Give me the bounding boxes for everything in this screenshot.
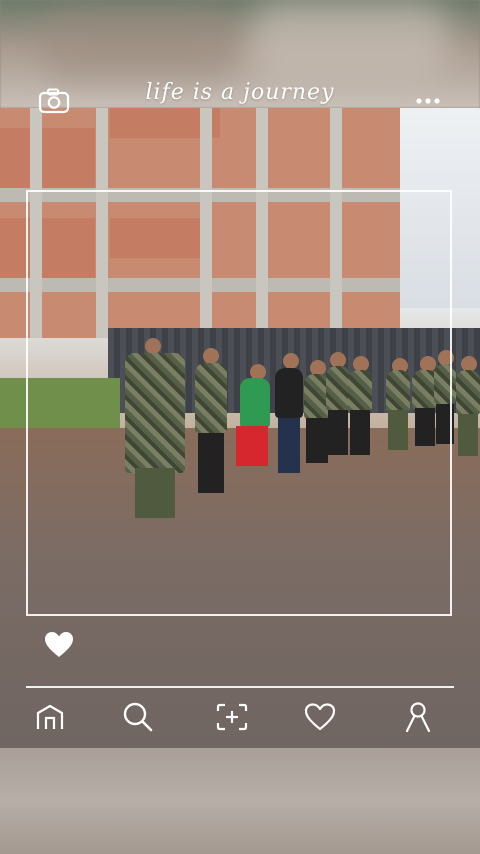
blurred-background-bottom	[0, 748, 480, 854]
profile-icon[interactable]	[396, 695, 440, 739]
more-dots-icon[interactable]	[412, 88, 444, 114]
app-title: life is a journey	[145, 80, 335, 105]
search-icon[interactable]	[116, 695, 160, 739]
add-frame-icon[interactable]	[210, 695, 254, 739]
photo-frame-overlay	[26, 190, 452, 616]
bottom-navigation	[0, 695, 480, 739]
home-icon[interactable]	[28, 695, 72, 739]
nav-divider	[26, 686, 454, 688]
heart-outline-icon[interactable]	[298, 695, 342, 739]
heart-filled-icon[interactable]	[42, 628, 76, 662]
